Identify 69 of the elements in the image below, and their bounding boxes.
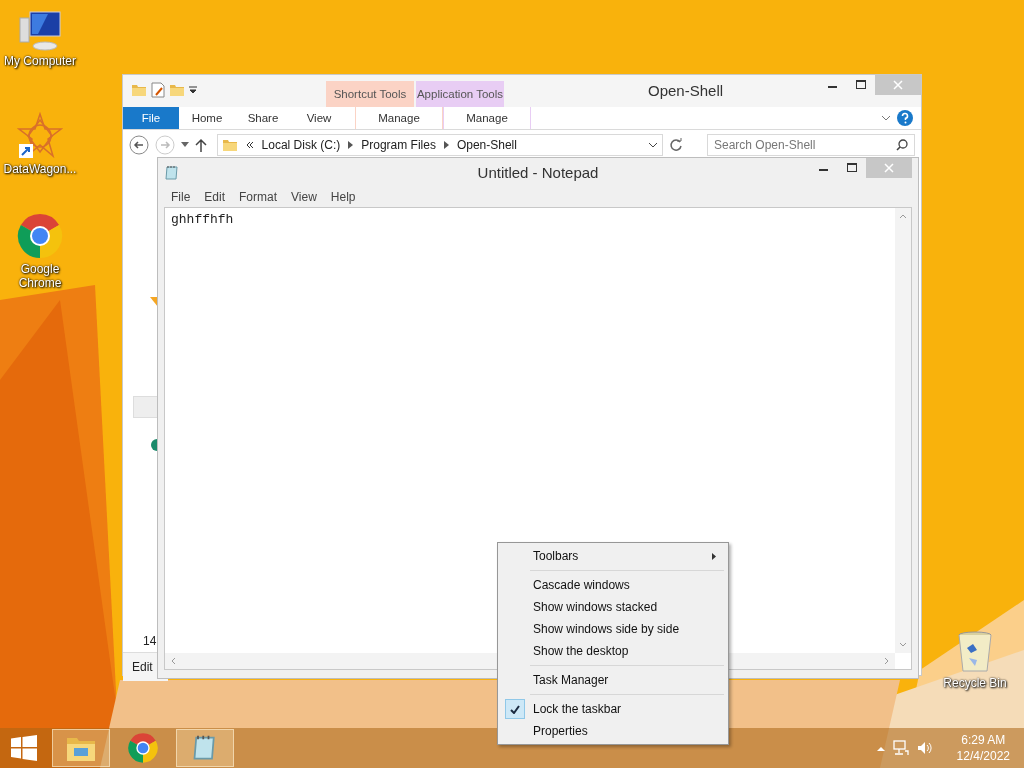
scroll-up-icon[interactable] xyxy=(899,212,907,220)
menu-item[interactable]: File xyxy=(164,190,198,204)
menu-item[interactable]: Toolbars xyxy=(500,545,726,567)
breadcrumb[interactable]: Local Disk (C:) xyxy=(261,138,341,152)
close-icon xyxy=(884,163,894,173)
taskbar-button[interactable] xyxy=(52,729,110,767)
window-title: Untitled - Notepad xyxy=(477,164,599,181)
network-icon[interactable] xyxy=(892,740,909,756)
help-icon[interactable] xyxy=(897,110,913,126)
chrome-icon xyxy=(127,732,159,764)
search-field[interactable]: Search Open-Shell xyxy=(707,134,915,156)
up-arrow-icon[interactable] xyxy=(194,138,207,152)
breadcrumb[interactable]: Open-Shell xyxy=(456,138,517,152)
menu-item[interactable]: Edit xyxy=(197,190,233,204)
ribbon-tab[interactable]: File xyxy=(123,107,179,129)
dropdown-icon[interactable] xyxy=(180,142,189,148)
overflow-chevron-icon xyxy=(245,141,254,149)
scroll-down-icon[interactable] xyxy=(899,641,907,649)
maximize-icon xyxy=(856,80,866,90)
ribbon-tab[interactable]: Manage xyxy=(355,107,443,129)
ribbon-tab[interactable]: Manage xyxy=(443,107,531,129)
status-text: 14 xyxy=(143,634,157,648)
maximize-icon xyxy=(847,163,857,173)
chrome-icon xyxy=(16,212,64,260)
menu-item[interactable]: Lock the taskbar xyxy=(500,698,726,720)
window-title: Open-Shell xyxy=(648,82,724,99)
submenu-arrow-icon xyxy=(712,552,716,560)
menu-item[interactable]: Help xyxy=(323,190,363,204)
scroll-left-icon[interactable] xyxy=(169,657,177,665)
breadcrumb-arrow-icon[interactable] xyxy=(443,141,449,149)
show-hidden-icons-icon[interactable] xyxy=(876,745,885,751)
volume-icon[interactable] xyxy=(916,741,933,755)
taskbar-button[interactable] xyxy=(176,729,234,767)
search-icon xyxy=(896,139,908,151)
recycle-bin-icon xyxy=(957,630,993,674)
contextual-tab-group: Shortcut Tools xyxy=(326,81,414,107)
breadcrumb[interactable]: Program Files xyxy=(361,138,436,152)
chevron-icon[interactable] xyxy=(881,114,891,122)
breadcrumb-arrow-icon[interactable] xyxy=(348,141,354,149)
menu-item[interactable]: Properties xyxy=(500,720,726,742)
menu-item[interactable]: View xyxy=(284,190,324,204)
document-icon xyxy=(151,82,165,98)
address-bar[interactable]: Local Disk (C:) Program Files Open-Shell xyxy=(216,134,664,156)
menu-item[interactable]: Show windows stacked xyxy=(500,596,726,618)
close-icon xyxy=(893,80,903,90)
computer-icon xyxy=(18,10,62,52)
menu-item[interactable]: Format xyxy=(232,190,285,204)
document-text: ghhffhfh xyxy=(171,212,234,227)
refresh-icon[interactable] xyxy=(669,138,683,152)
folder-icon xyxy=(169,82,185,98)
ribbon-tab[interactable]: Share xyxy=(235,107,291,129)
clock-date: 12/4/2022 xyxy=(956,748,1010,764)
menu-item[interactable]: Task Manager xyxy=(500,669,726,691)
back-icon[interactable] xyxy=(129,135,149,155)
contextual-tab-group: Application Tools xyxy=(416,81,504,107)
notepad-icon xyxy=(164,164,180,181)
scroll-right-icon[interactable] xyxy=(883,657,891,665)
windows-logo-icon xyxy=(11,735,37,761)
ribbon-tab[interactable]: Home xyxy=(179,107,235,129)
folder-icon xyxy=(131,82,147,98)
ornament-icon xyxy=(17,112,63,160)
menu-item[interactable]: Show windows side by side xyxy=(500,618,726,640)
clock-time: 6:29 AM xyxy=(961,732,1006,748)
folder-icon xyxy=(221,137,238,153)
dropdown-chevron-icon[interactable] xyxy=(648,141,659,149)
menu-item[interactable]: Cascade windows xyxy=(500,574,726,596)
ribbon-tab[interactable]: View xyxy=(291,107,347,129)
menu-item[interactable]: Show the desktop xyxy=(500,640,726,662)
dropdown-icon[interactable] xyxy=(189,86,197,94)
